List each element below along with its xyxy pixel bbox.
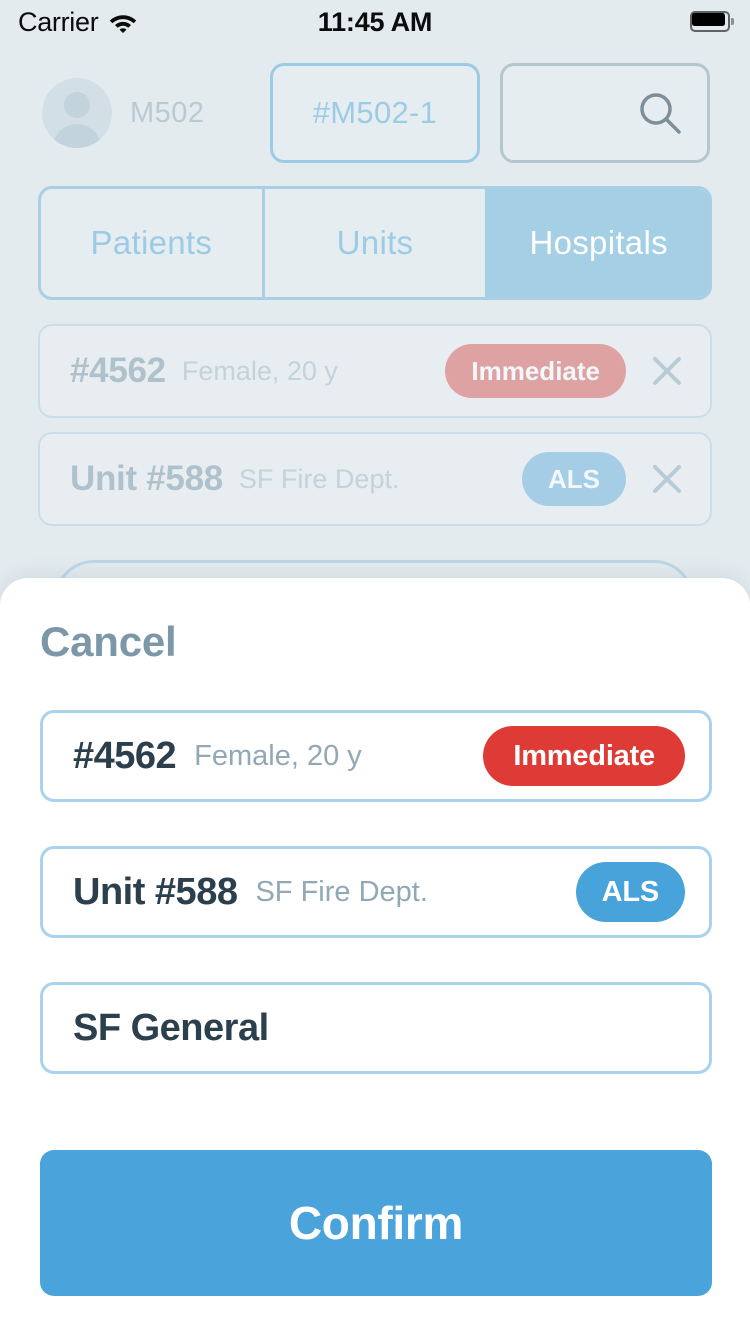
background-list-item[interactable]: #4562 Female, 20 y Immediate: [38, 324, 712, 418]
avatar-head-shape: [64, 92, 90, 118]
tab-patients[interactable]: Patients: [41, 189, 262, 297]
segmented-tab-bar: Patients Units Hospitals: [38, 186, 712, 300]
person-avatar-icon: [42, 78, 112, 148]
battery-fill: [692, 13, 725, 26]
background-row-subtitle: Female, 20 y: [181, 355, 338, 386]
background-row-id: #4562: [70, 351, 166, 390]
search-icon: [640, 93, 681, 134]
tab-hospitals[interactable]: Hospitals: [485, 189, 709, 297]
incident-id-label: #M502-1: [312, 95, 438, 130]
triage-badge: Immediate: [483, 726, 685, 786]
tab-units[interactable]: Units: [261, 189, 486, 297]
background-row-id: Unit #588: [70, 459, 223, 498]
background-row-badge: Immediate: [445, 344, 626, 398]
unit-identity-group[interactable]: M502: [42, 58, 205, 168]
unit-agency: SF Fire Dept.: [255, 875, 428, 908]
close-icon[interactable]: [648, 352, 686, 390]
summary-card-unit[interactable]: Unit #588 SF Fire Dept. ALS: [40, 846, 712, 938]
background-list-item[interactable]: Unit #588 SF Fire Dept. ALS: [38, 432, 712, 526]
incident-id-pill[interactable]: #M502-1: [270, 63, 480, 163]
avatar-body-shape: [53, 124, 101, 148]
background-row-badge: ALS: [522, 452, 626, 506]
patient-demographics: Female, 20 y: [194, 739, 362, 772]
cancel-button[interactable]: Cancel: [40, 618, 177, 666]
summary-card-hospital[interactable]: SF General: [40, 982, 712, 1074]
confirm-button[interactable]: Confirm: [40, 1150, 712, 1296]
unit-label: M502: [130, 96, 205, 129]
status-time: 11:45 AM: [317, 6, 433, 37]
battery-cap: [731, 18, 734, 25]
unit-level-badge: ALS: [575, 862, 685, 922]
confirmation-bottom-sheet: Cancel #4562 Female, 20 y Immediate Unit…: [0, 578, 750, 1334]
summary-card-patient[interactable]: #4562 Female, 20 y Immediate: [40, 710, 712, 802]
background-row-subtitle: SF Fire Dept.: [238, 463, 400, 494]
status-bar: Carrier 11:45 AM: [0, 0, 750, 44]
app-screen: M502 #M502-1 Patients Units Hospitals #4…: [0, 0, 750, 1334]
hospital-name: SF General: [73, 1006, 269, 1049]
app-top-bar: M502 #M502-1: [0, 58, 750, 168]
patient-id: #4562: [73, 734, 177, 777]
close-icon[interactable]: [648, 460, 686, 498]
unit-id: Unit #588: [73, 870, 238, 913]
search-input[interactable]: [500, 63, 710, 163]
battery-full-icon: [690, 11, 734, 33]
